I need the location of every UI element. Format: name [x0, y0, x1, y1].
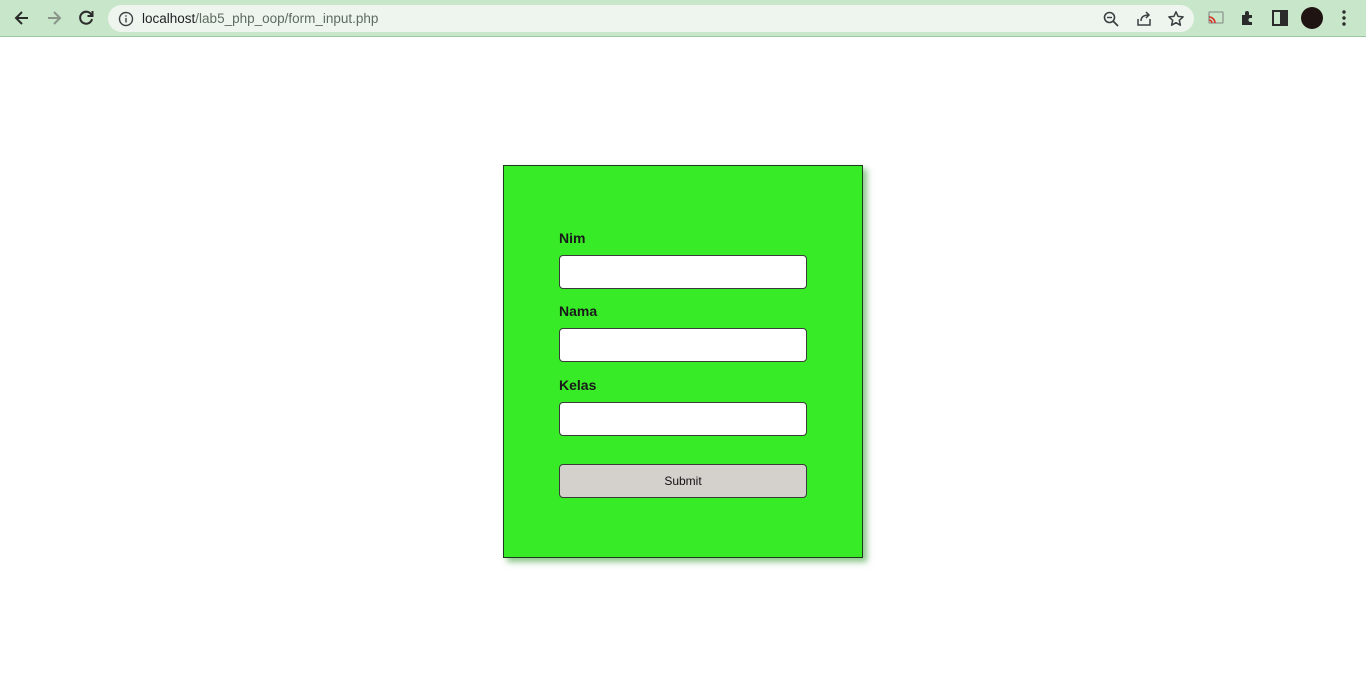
- kebab-menu-icon: [1342, 10, 1346, 26]
- share-icon: [1137, 11, 1151, 26]
- share-button[interactable]: [1135, 10, 1153, 28]
- input-form: Nim Nama Kelas Submit: [503, 165, 863, 558]
- side-panel-icon: [1272, 10, 1288, 26]
- info-icon[interactable]: [118, 11, 134, 27]
- url-text[interactable]: localhost/lab5_php_oop/form_input.php: [142, 11, 378, 26]
- url-host: localhost: [142, 11, 196, 26]
- extensions-button[interactable]: [1238, 8, 1258, 28]
- zoom-icon: [1103, 11, 1119, 27]
- cast-button[interactable]: [1206, 8, 1226, 28]
- url-path: /lab5_php_oop/form_input.php: [195, 11, 379, 26]
- nama-input[interactable]: [559, 328, 807, 362]
- puzzle-icon: [1242, 11, 1252, 25]
- submit-button[interactable]: Submit: [559, 464, 807, 498]
- nim-label: Nim: [559, 230, 586, 246]
- address-bar[interactable]: localhost/lab5_php_oop/form_input.php: [108, 5, 1194, 32]
- bookmark-button[interactable]: [1167, 10, 1185, 28]
- reload-button[interactable]: [74, 6, 98, 30]
- forward-button[interactable]: [42, 6, 66, 30]
- profile-avatar[interactable]: [1301, 7, 1323, 29]
- cast-icon: [1208, 11, 1224, 24]
- nama-label: Nama: [559, 303, 598, 319]
- nim-input[interactable]: [559, 255, 807, 289]
- browser-toolbar: localhost/lab5_php_oop/form_input.php: [0, 0, 1366, 37]
- back-button[interactable]: [10, 6, 34, 30]
- kelas-input[interactable]: [559, 402, 807, 436]
- star-icon: [1168, 11, 1184, 26]
- forward-arrow-icon: [48, 11, 62, 25]
- kelas-label: Kelas: [559, 377, 597, 393]
- back-arrow-icon: [14, 11, 28, 25]
- zoom-button[interactable]: [1102, 10, 1120, 28]
- browser-menu-button[interactable]: [1334, 8, 1354, 28]
- side-panel-button[interactable]: [1270, 8, 1290, 28]
- reload-icon: [79, 10, 94, 25]
